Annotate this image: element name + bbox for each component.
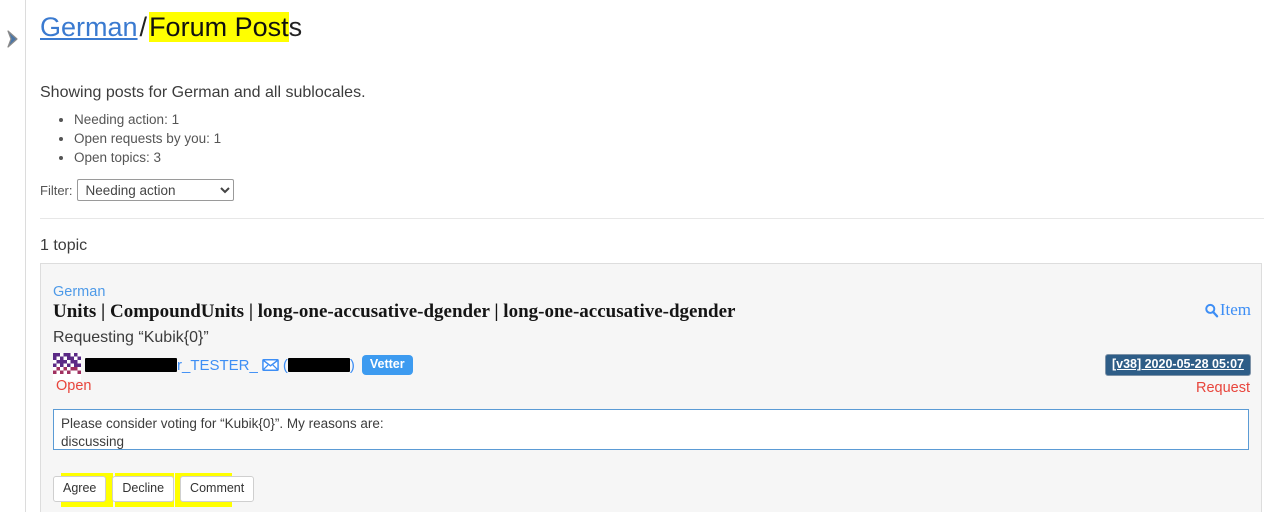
post-timestamp-badge[interactable]: [v38] 2020-05-28 05:07 bbox=[1104, 354, 1251, 376]
breadcrumb-locale-link[interactable]: German bbox=[40, 12, 138, 42]
magnifier-icon bbox=[1204, 303, 1219, 318]
sidebar-rail bbox=[0, 0, 26, 512]
list-item: Open topics: 3 bbox=[74, 148, 221, 167]
breadcrumb-page-highlight: Forum Post bbox=[149, 12, 289, 42]
topic-panel: German Units | CompoundUnits | long-one-… bbox=[40, 263, 1262, 512]
filter-select[interactable]: Needing action Open requests by you Open… bbox=[76, 179, 234, 201]
agree-button[interactable]: Agree bbox=[53, 476, 107, 502]
comment-button[interactable]: Comment bbox=[180, 476, 255, 502]
envelope-icon[interactable] bbox=[262, 359, 279, 371]
showing-posts-text: Showing posts for German and all subloca… bbox=[40, 84, 366, 101]
sidebar-expand-button[interactable] bbox=[3, 28, 23, 50]
post-author-paren-close: ) bbox=[349, 356, 355, 374]
stats-list: Needing action: 1 Open requests by you: … bbox=[40, 110, 221, 167]
topic-title: Units | CompoundUnits | long-one-accusat… bbox=[53, 301, 736, 322]
filter-label: Filter: bbox=[40, 182, 73, 198]
list-item: Open requests by you: 1 bbox=[74, 129, 221, 148]
status-badge-open: Open bbox=[56, 378, 92, 394]
post-header-row: r_TESTER_ ( ) Vetter Open [v38] 2020-05-… bbox=[53, 352, 1251, 396]
section-divider bbox=[40, 218, 1264, 219]
main-content: German/Forum Posts Showing posts for Ger… bbox=[26, 0, 1280, 512]
agree-button-wrap: Agree bbox=[53, 473, 129, 507]
forum-posts-page: German/Forum Posts Showing posts for Ger… bbox=[0, 0, 1280, 512]
post-author-username: r_TESTER_ bbox=[177, 356, 258, 374]
item-link[interactable]: Item bbox=[1204, 300, 1251, 320]
list-item: Needing action: 1 bbox=[74, 110, 221, 129]
redaction-bar-username bbox=[85, 358, 177, 372]
decline-button[interactable]: Decline bbox=[112, 476, 175, 502]
post-action-bar: Agree Decline Comment bbox=[53, 473, 260, 507]
identicon-avatar bbox=[53, 353, 81, 381]
topic-subtitle: Requesting “Kubik{0}” bbox=[53, 329, 209, 346]
item-link-label: Item bbox=[1219, 300, 1251, 319]
post-author: r_TESTER_ ( ) Vetter bbox=[85, 355, 413, 375]
breadcrumb-page-tail: s bbox=[288, 12, 303, 42]
decline-button-wrap: Decline bbox=[112, 473, 190, 507]
topic-locale-label: German bbox=[53, 284, 106, 300]
chevron-right-icon bbox=[7, 30, 18, 48]
breadcrumb-separator: / bbox=[139, 12, 148, 42]
breadcrumb: German/Forum Posts bbox=[40, 9, 302, 45]
filter-row: Filter: Needing action Open requests by … bbox=[40, 179, 234, 201]
redaction-bar-email bbox=[287, 358, 350, 372]
comment-button-wrap: Comment bbox=[180, 473, 255, 507]
topic-count-label: 1 topic bbox=[40, 237, 88, 254]
role-badge-vetter[interactable]: Vetter bbox=[361, 355, 413, 375]
post-message-textarea[interactable] bbox=[53, 409, 1249, 450]
status-badge-request: Request bbox=[1195, 380, 1250, 396]
